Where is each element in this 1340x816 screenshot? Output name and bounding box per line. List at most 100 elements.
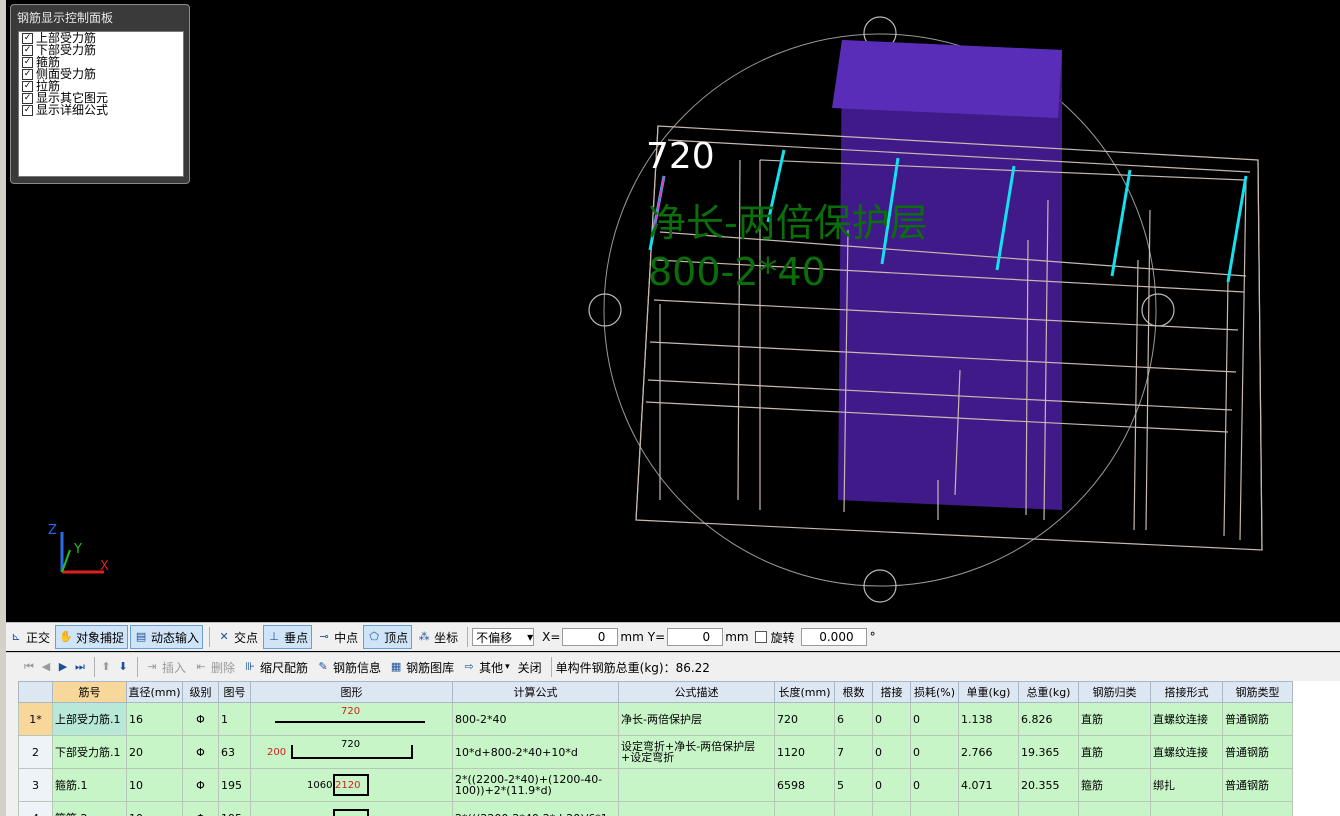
length-cell[interactable]	[774, 801, 835, 816]
total-weight-cell[interactable]: 6.826	[1018, 702, 1079, 736]
formula-cell[interactable]: 2*(((2200-2*40-2*d-20)/6*1	[452, 801, 619, 816]
insert-button[interactable]: ⇥ 插入	[142, 656, 189, 678]
other-menu-button[interactable]: ⇨ 其他 ▾	[459, 656, 513, 678]
lap-cell[interactable]: 0	[872, 702, 911, 736]
shape-cell[interactable]: 720	[250, 702, 453, 736]
formula-cell[interactable]: 800-2*40	[452, 702, 619, 736]
rotate-angle-input[interactable]: 0.000	[800, 628, 867, 646]
count-cell[interactable]: 7	[834, 735, 873, 769]
checkbox[interactable]: ✓	[22, 44, 33, 56]
close-button[interactable]: 关闭	[515, 656, 545, 678]
y-coordinate-input[interactable]: 0	[667, 628, 724, 646]
column-header[interactable]: 长度(mm)	[774, 681, 835, 703]
diameter-cell[interactable]: 20	[126, 735, 183, 769]
lap-type-cell[interactable]: 直螺纹连接	[1150, 735, 1223, 769]
lap-cell[interactable]: 0	[872, 735, 911, 769]
table-row[interactable]: 1* 上部受力筋.1 16 Φ 1 720 800-2*40 净长-两倍保护层 …	[18, 702, 1293, 736]
next-record-icon[interactable]: ▶	[56, 660, 70, 674]
prev-record-icon[interactable]: ◀	[39, 660, 53, 674]
rebar-type-cell[interactable]: 普通钢筋	[1222, 702, 1293, 736]
column-header[interactable]: 钢筋类型	[1222, 681, 1293, 703]
loss-cell[interactable]: 0	[910, 702, 959, 736]
diameter-cell[interactable]: 16	[126, 702, 183, 736]
column-header[interactable]: 钢筋归类	[1078, 681, 1151, 703]
bar-name-cell[interactable]: 箍筋.2	[52, 801, 127, 816]
formula-desc-cell[interactable]	[618, 801, 775, 816]
offset-mode-select[interactable]: 不偏移 ▾	[472, 628, 535, 646]
ortho-button[interactable]: ⊾ 正交	[6, 626, 53, 648]
checkbox[interactable]: ✓	[22, 92, 33, 104]
diameter-cell[interactable]: 10	[126, 768, 183, 802]
lap-cell[interactable]: 0	[872, 768, 911, 802]
column-header[interactable]: 图号	[218, 681, 251, 703]
shape-cell[interactable]	[250, 801, 453, 816]
rebar-type-cell[interactable]: 普通钢筋	[1222, 735, 1293, 769]
unit-weight-cell[interactable]: 4.071	[958, 768, 1019, 802]
lap-type-cell[interactable]	[1150, 801, 1223, 816]
category-cell[interactable]	[1078, 801, 1151, 816]
formula-desc-cell[interactable]: 净长-两倍保护层	[618, 702, 775, 736]
table-row[interactable]: 4 箍筋.2 10 Φ 195 2*(((2200-2*40-2*d-20)/6…	[18, 801, 1293, 816]
lap-type-cell[interactable]: 直螺纹连接	[1150, 702, 1223, 736]
table-row[interactable]: 3 箍筋.1 10 Φ 195 1060 2120 2*((2200-2*40)…	[18, 768, 1293, 802]
grade-cell[interactable]: Φ	[182, 735, 219, 769]
column-header[interactable]: 级别	[182, 681, 219, 703]
move-up-icon[interactable]: ⬆	[99, 660, 113, 674]
column-header[interactable]: 根数	[834, 681, 873, 703]
formula-desc-cell[interactable]	[618, 768, 775, 802]
column-header[interactable]: 筋号	[52, 681, 127, 703]
rebar-type-cell[interactable]: 普通钢筋	[1222, 768, 1293, 802]
rebar-info-button[interactable]: ✎ 钢筋信息	[313, 656, 384, 678]
total-weight-cell[interactable]: 19.365	[1018, 735, 1079, 769]
scale-rebar-button[interactable]: ⊪ 缩尺配筋	[240, 656, 311, 678]
rebar-type-cell[interactable]	[1222, 801, 1293, 816]
bar-name-cell[interactable]: 箍筋.1	[52, 768, 127, 802]
row-number[interactable]: 2	[18, 735, 53, 769]
column-header[interactable]: 公式描述	[618, 681, 775, 703]
count-cell[interactable]: 6	[834, 702, 873, 736]
category-cell[interactable]: 直筋	[1078, 702, 1151, 736]
rebar-3d-scene[interactable]: Z Y X	[0, 0, 1340, 622]
total-weight-cell[interactable]	[1018, 801, 1079, 816]
shape-cell[interactable]: 1060 2120	[250, 768, 453, 802]
grade-cell[interactable]: Φ	[182, 702, 219, 736]
table-row[interactable]: 2 下部受力筋.1 20 Φ 63 200 720 10*d+800-2*40+…	[18, 735, 1293, 769]
vertex-snap-button[interactable]: ⬠ 顶点	[363, 625, 413, 649]
checkbox[interactable]: ✓	[22, 104, 33, 116]
x-coordinate-input[interactable]: 0	[562, 628, 619, 646]
length-cell[interactable]: 6598	[774, 768, 835, 802]
figure-no-cell[interactable]: 1	[218, 702, 251, 736]
figure-no-cell[interactable]: 195	[218, 768, 251, 802]
delete-button[interactable]: ⇤ 删除	[191, 656, 238, 678]
unit-weight-cell[interactable]: 1.138	[958, 702, 1019, 736]
rotate-checkbox[interactable]	[754, 631, 767, 643]
row-number[interactable]: 4	[18, 801, 53, 816]
checkbox[interactable]: ✓	[22, 80, 33, 92]
object-snap-button[interactable]: ✋ 对象捕捉	[55, 625, 129, 649]
3d-viewport[interactable]: Z Y X 720 净长-两倍保护层 800-2*40	[0, 0, 1340, 622]
column-header[interactable]: 单重(kg)	[958, 681, 1019, 703]
column-header[interactable]: 总重(kg)	[1018, 681, 1079, 703]
formula-cell[interactable]: 10*d+800-2*40+10*d	[452, 735, 619, 769]
rebar-library-button[interactable]: ▦ 钢筋图库	[386, 656, 457, 678]
column-header[interactable]: 损耗(%)	[910, 681, 959, 703]
checkbox[interactable]: ✓	[22, 32, 33, 44]
column-header[interactable]: 搭接	[872, 681, 911, 703]
loss-cell[interactable]: 0	[910, 768, 959, 802]
dynamic-input-button[interactable]: ▤ 动态输入	[130, 625, 204, 649]
column-header[interactable]: 搭接形式	[1150, 681, 1223, 703]
lap-cell[interactable]	[872, 801, 911, 816]
checkbox[interactable]: ✓	[22, 56, 33, 68]
panel-item[interactable]: ✓ 显示详细公式	[19, 104, 183, 116]
figure-no-cell[interactable]: 63	[218, 735, 251, 769]
move-down-icon[interactable]: ⬇	[116, 660, 130, 674]
bar-name-cell[interactable]: 上部受力筋.1	[52, 702, 127, 736]
unit-weight-cell[interactable]	[958, 801, 1019, 816]
shape-cell[interactable]: 200 720	[250, 735, 453, 769]
column-header[interactable]: 图形	[250, 681, 453, 703]
perpendicular-snap-button[interactable]: ⊥ 垂点	[263, 625, 313, 649]
intersection-snap-button[interactable]: ✕ 交点	[214, 626, 261, 648]
loss-cell[interactable]	[910, 801, 959, 816]
formula-desc-cell[interactable]: 设定弯折+净长-两倍保护层+设定弯折	[618, 735, 775, 769]
midpoint-snap-button[interactable]: ⊸ 中点	[314, 626, 361, 648]
